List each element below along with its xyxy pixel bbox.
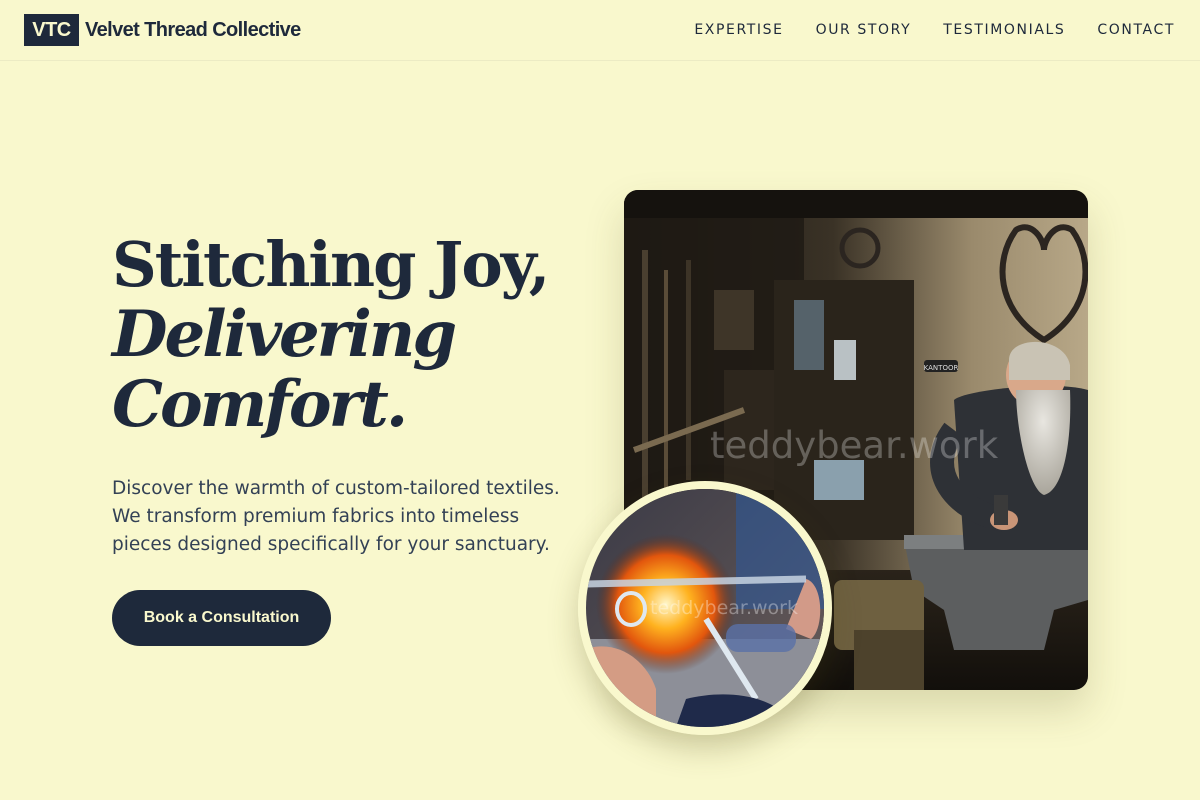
main-nav: EXPERTISE OUR STORY TESTIMONIALS CONTACT — [694, 22, 1176, 38]
nav-link-testimonials[interactable]: TESTIMONIALS — [943, 22, 1065, 38]
hero-title-line-2: Delivering — [112, 297, 457, 372]
logo-badge: VTC — [24, 14, 79, 46]
glassblowing-photo: teddybear.work — [578, 481, 832, 735]
book-consultation-button[interactable]: Book a Consultation — [112, 590, 331, 646]
glassblowing-illustration — [586, 489, 824, 727]
nav-link-expertise[interactable]: EXPERTISE — [694, 22, 783, 38]
hero-title-line-1: Stitching Joy, — [112, 228, 550, 301]
hero-title-line-3: Comfort. — [112, 367, 408, 442]
brand-link[interactable]: VTC Velvet Thread Collective — [24, 14, 301, 46]
nav-link-contact[interactable]: CONTACT — [1097, 22, 1175, 38]
site-header: VTC Velvet Thread Collective EXPERTISE O… — [0, 0, 1200, 61]
brand-name: Velvet Thread Collective — [85, 18, 301, 41]
nav-link-our-story[interactable]: OUR STORY — [816, 22, 912, 38]
hero-description: Discover the warmth of custom-tailored t… — [112, 478, 560, 555]
hero-title: Stitching Joy, Delivering Comfort. — [112, 230, 592, 440]
workshop-sign-text: KANTOOR — [924, 364, 959, 372]
